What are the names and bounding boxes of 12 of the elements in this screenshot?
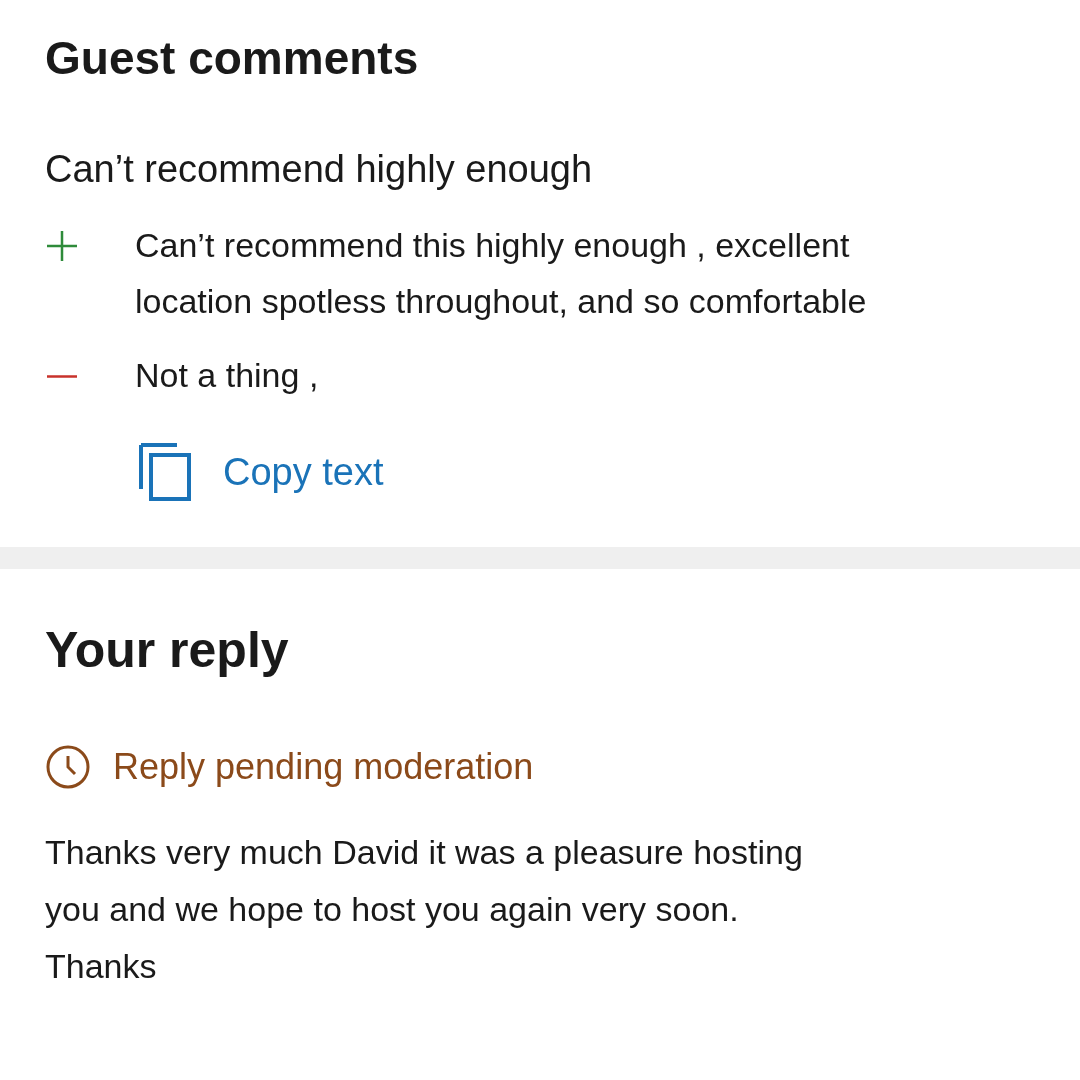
clock-icon — [45, 743, 91, 790]
copy-text-button[interactable]: Copy text — [137, 441, 384, 503]
section-heading: Your reply — [45, 621, 290, 680]
section-heading: Guest comments — [45, 31, 420, 86]
review-title: Can’t recommend highly enough — [45, 146, 594, 192]
plus-icon — [45, 229, 79, 263]
pending-status: Reply pending moderation — [113, 744, 534, 789]
comment-text: Not a thing , — [135, 355, 320, 396]
copy-icon — [137, 441, 193, 503]
comment-text: Can’t recommend this highly enough , excellent location spotless throughout, and so comfortable — [135, 225, 868, 322]
minus-icon — [45, 375, 79, 378]
reply-text: Thanks very much David it was a pleasure hosting you and we hope to host you again very soon. Thanks — [45, 831, 804, 987]
